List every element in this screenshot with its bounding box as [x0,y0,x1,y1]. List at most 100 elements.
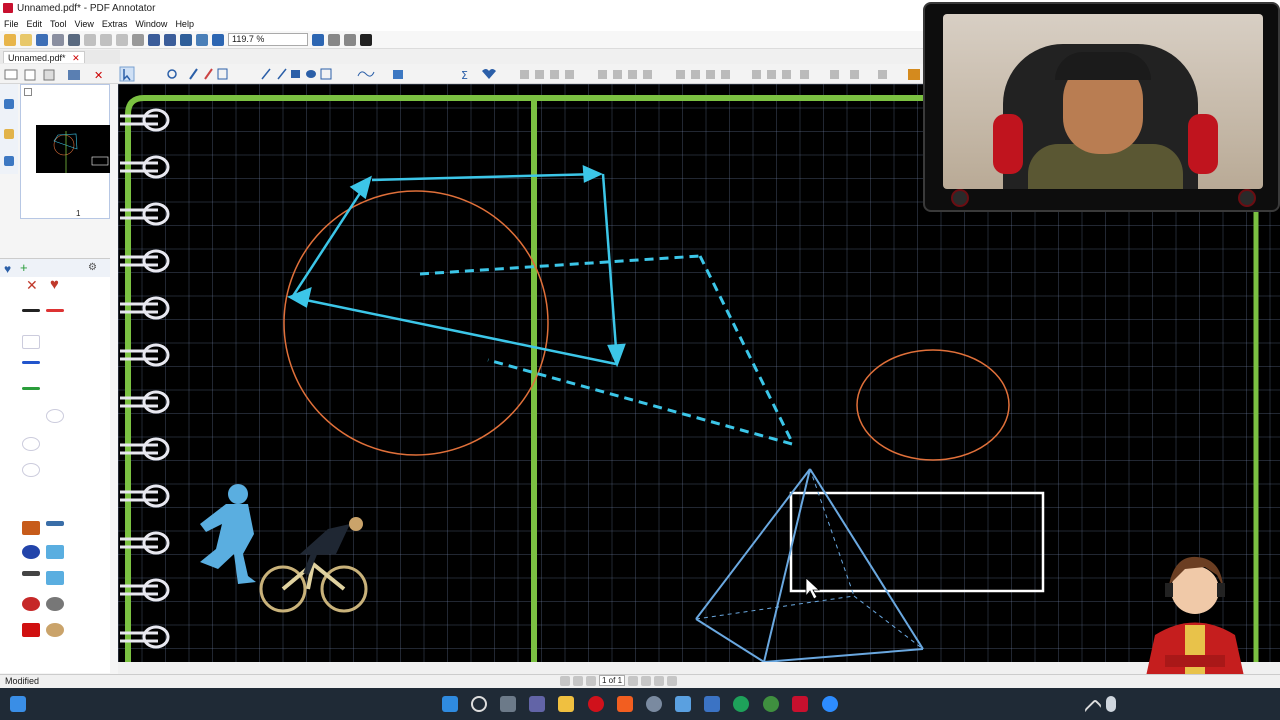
left-sidebar: 1 ♥ + ⚙ ✕ ♥ [0,84,118,674]
zoom-out-icon[interactable] [212,33,224,46]
pdf-annotator-icon[interactable] [792,696,808,712]
circle-favorite[interactable] [22,463,40,477]
link-icon[interactable] [4,156,14,166]
menu-window[interactable]: Window [135,19,167,29]
drawing-tools[interactable]: Σ [119,66,496,82]
page-prev-icon[interactable] [586,675,596,686]
menu-tool[interactable]: Tool [50,19,67,29]
black-arrow-favorite[interactable] [22,309,40,312]
target-favorite[interactable] [22,597,40,611]
close-icon[interactable]: ✕ [72,53,80,63]
chrome-icon[interactable] [733,696,749,712]
shape-favorite[interactable] [46,409,64,423]
settings-icon[interactable] [646,696,662,712]
delete-icon[interactable] [132,33,144,46]
pen-icon[interactable] [4,99,14,109]
train-favorite[interactable] [46,521,64,526]
forward-icon[interactable] [667,675,678,686]
sonic-favorite[interactable] [22,545,40,559]
calculator-icon[interactable] [704,696,720,712]
search-icon[interactable] [471,696,487,712]
task-view-icon[interactable] [500,696,516,712]
page-indicator[interactable]: 1 of 1 [599,675,626,686]
sidebar-icon-strip [0,84,18,174]
menu-file[interactable]: File [4,19,19,29]
first-page-icon[interactable] [560,675,570,686]
car-favorite[interactable] [22,521,40,535]
heart-icon[interactable]: ♥ [4,262,11,276]
runner2-favorite[interactable] [46,571,64,585]
page-navigator: 1 of 1 [560,675,678,686]
chair-wing-left [993,114,1023,174]
app-icon-green[interactable] [763,696,779,712]
new-document-icon[interactable] [4,33,16,46]
last-page-icon[interactable] [641,675,652,686]
store-icon[interactable] [675,696,691,712]
status-bar: Modified 1 of 1 [0,674,1280,688]
checkbox-icon[interactable] [24,88,32,96]
page-number-label: 1 [76,209,81,218]
svg-text:Σ: Σ [461,69,468,82]
pyramid-wireframe[interactable] [695,468,924,662]
chair-wing-right [1188,114,1218,174]
save-all-icon[interactable] [52,33,64,46]
print-icon[interactable] [68,33,80,46]
zoom-icon[interactable] [822,696,838,712]
zoom-in-icon[interactable] [312,33,324,46]
cut-icon[interactable] [84,33,96,46]
duck-favorite[interactable] [46,623,64,637]
app-icon [3,3,13,13]
stamp-icon[interactable] [196,33,208,46]
widgets-icon[interactable] [10,696,26,712]
fullscreen-icon[interactable] [360,33,372,46]
cyan-dashed-shape[interactable] [419,254,794,446]
start-icon[interactable] [442,696,458,712]
page-thumbnail[interactable] [36,125,110,173]
wrench-icon[interactable]: ⚙ [88,262,97,273]
brave-icon[interactable] [617,696,633,712]
menu-edit[interactable]: Edit [27,19,43,29]
cube-favorite[interactable] [22,335,40,349]
menu-view[interactable]: View [75,19,94,29]
tab-unnamed[interactable]: Unnamed.pdf* ✕ [3,51,85,63]
opera-icon[interactable] [588,696,604,712]
white-rectangle[interactable] [789,491,1045,593]
red-x-icon[interactable]: ✕ [26,277,38,294]
cyclist-favorite[interactable] [46,597,64,611]
blue-arrow-favorite[interactable] [22,361,40,364]
folder-icon[interactable] [4,129,14,139]
save-icon[interactable] [36,33,48,46]
undo-icon[interactable] [148,33,160,46]
plane-favorite[interactable] [22,571,40,576]
red-arrow-shape-favorite[interactable] [22,623,40,637]
next-page-icon[interactable] [628,675,639,686]
binoculars-icon[interactable] [180,33,192,46]
cyclist-figure[interactable] [259,517,368,613]
prev-page-icon[interactable] [573,675,583,686]
copy-icon[interactable] [100,33,112,46]
runner-favorite[interactable] [46,545,64,559]
chat-icon[interactable] [529,696,545,712]
zoom-level-input[interactable]: 119.7 % [228,33,308,46]
fit-page-icon[interactable] [328,33,340,46]
runner-figure[interactable] [200,484,256,584]
file-explorer-icon[interactable] [558,696,574,712]
paste-icon[interactable] [116,33,128,46]
open-folder-icon[interactable] [20,33,32,46]
thumbnail-sketch [53,131,109,173]
back-icon[interactable] [654,675,665,686]
orange-ellipse[interactable] [856,349,1010,461]
sidebar-tools[interactable]: ✕ [4,69,103,82]
red-arrow-favorite[interactable] [46,309,64,312]
red-heart-icon[interactable]: ♥ [50,276,59,293]
microphone-icon[interactable] [1106,696,1116,712]
fit-width-icon[interactable] [344,33,356,46]
arrange-tools[interactable] [520,69,920,80]
tray-chevron-icon[interactable] [1083,698,1103,718]
green-arrow-favorite[interactable] [22,387,40,390]
menu-help[interactable]: Help [175,19,194,29]
add-icon[interactable]: + [20,260,28,275]
sphere-favorite[interactable] [22,437,40,451]
menu-extras[interactable]: Extras [102,19,128,29]
redo-icon[interactable] [164,33,176,46]
